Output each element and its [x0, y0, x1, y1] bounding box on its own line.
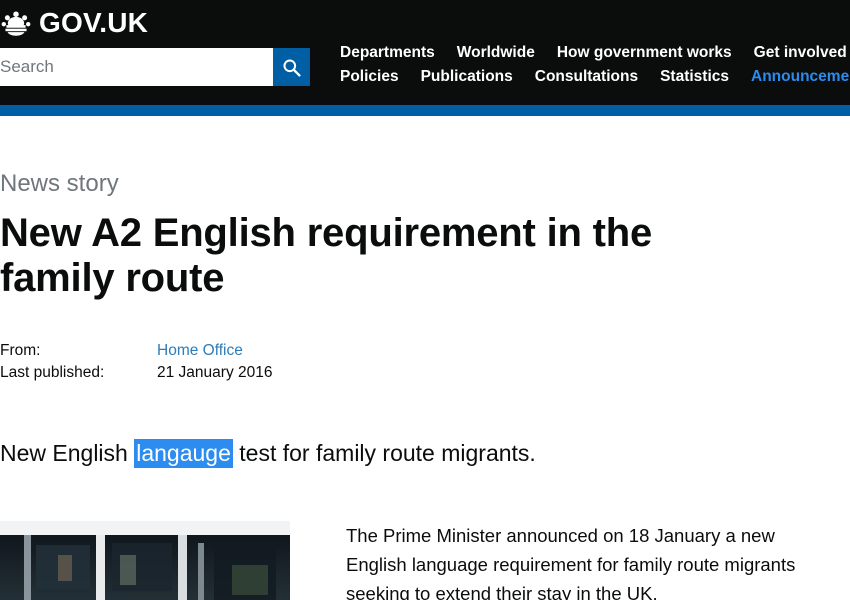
crown-icon	[1, 11, 31, 36]
article-body-text: The Prime Minister announced on 18 Janua…	[346, 521, 816, 600]
summary-text-after: test for family route migrants.	[232, 440, 536, 467]
metadata-label-from: From:	[0, 342, 41, 360]
search-button[interactable]	[273, 48, 310, 86]
search-input[interactable]	[0, 48, 273, 86]
article-metadata: From: Home Office Last published: 21 Jan…	[0, 340, 850, 384]
site-search-form	[0, 48, 310, 86]
nav-link-announcements[interactable]: Announcements	[751, 68, 850, 85]
summary-text-before: New English	[0, 440, 135, 467]
nav-link-policies[interactable]: Policies	[340, 68, 399, 85]
nav-link-publications[interactable]: Publications	[421, 68, 513, 85]
metadata-value-organisation[interactable]: Home Office	[157, 340, 243, 362]
proposition-nav-row-2: Policies Publications Consultations Stat…	[340, 68, 850, 85]
browser-viewport: GOV.UK Departments Worldwide How governm…	[0, 0, 850, 600]
metadata-label-last-published: Last published:	[0, 364, 105, 382]
lead-image	[0, 521, 290, 600]
proposition-nav: Departments Worldwide How government wor…	[340, 44, 850, 85]
article-body-block: The Prime Minister announced on 18 Janua…	[0, 521, 850, 600]
selected-text-highlight[interactable]: langauge	[134, 439, 233, 469]
govuk-logo-text: GOV.UK	[39, 7, 149, 38]
nav-link-get-involved[interactable]: Get involved	[754, 44, 847, 61]
nav-link-how-government-works[interactable]: How government works	[557, 44, 732, 61]
metadata-row-last-published: Last published: 21 January 2016	[0, 362, 850, 384]
document-type-label: News story	[0, 170, 119, 197]
nav-link-worldwide[interactable]: Worldwide	[457, 44, 535, 61]
nav-link-consultations[interactable]: Consultations	[535, 68, 638, 85]
article-content: News story New A2 English requirement in…	[0, 170, 850, 600]
page-scroll-container: GOV.UK Departments Worldwide How governm…	[0, 0, 850, 600]
nav-link-departments[interactable]: Departments	[340, 44, 435, 61]
page-title: New A2 English requirement in the family…	[0, 210, 653, 300]
header-accent-bar	[0, 105, 850, 116]
article-summary: New English langauge test for family rou…	[0, 439, 850, 469]
nav-link-statistics[interactable]: Statistics	[660, 68, 729, 85]
metadata-value-last-published: 21 January 2016	[157, 364, 273, 382]
govuk-logo-link[interactable]: GOV.UK	[0, 6, 148, 40]
metadata-row-from: From: Home Office	[0, 340, 850, 362]
search-icon	[283, 58, 301, 77]
lead-image-graphic	[0, 521, 290, 600]
body-paragraph: The Prime Minister announced on 18 Janua…	[346, 525, 796, 600]
site-header: GOV.UK Departments Worldwide How governm…	[0, 0, 850, 105]
proposition-nav-row-1: Departments Worldwide How government wor…	[340, 44, 850, 61]
